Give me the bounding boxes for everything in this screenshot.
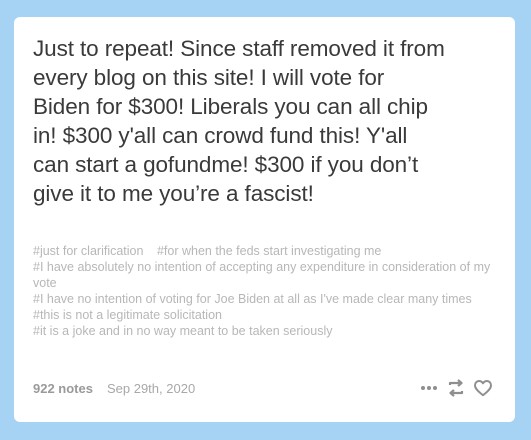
heart-icon: [474, 380, 492, 397]
tag-link[interactable]: #it is a joke and in no way meant to be …: [33, 323, 511, 339]
tag-link[interactable]: #for when the feds start investigating m…: [157, 244, 381, 258]
post-body-line: Biden for $300! Liberals you can all chi…: [33, 94, 428, 119]
post-date[interactable]: Sep 29th, 2020: [107, 381, 195, 396]
tag-link[interactable]: #this is not a legitimate solicitation: [33, 307, 511, 323]
post-tags: #just for clarification #for when the fe…: [33, 243, 511, 339]
post-body-line: can start a gofundme! $300 if you don’t: [33, 152, 419, 177]
post-body-line: every blog on this site! I will vote for: [33, 65, 385, 90]
post-footer: 922 notes Sep 29th, 2020: [33, 377, 495, 399]
post-actions: [414, 377, 495, 399]
post-body-line: in! $300 y'all can crowd fund this! Y'al…: [33, 123, 408, 148]
reblog-icon: [448, 379, 464, 397]
post-body-line: Just to repeat! Since staff removed it f…: [33, 36, 445, 61]
post-card: Just to repeat! Since staff removed it f…: [14, 17, 515, 422]
like-button[interactable]: [471, 377, 495, 399]
post-body-line: give it to me you’re a fascist!: [33, 181, 314, 206]
tag-link[interactable]: #just for clarification: [33, 244, 143, 258]
more-icon: [421, 386, 437, 390]
tag-link[interactable]: #I have no intention of voting for Joe B…: [33, 291, 511, 307]
tag-link[interactable]: #I have absolutely no intention of accep…: [33, 259, 511, 291]
post-body: Just to repeat! Since staff removed it f…: [33, 34, 511, 208]
more-button[interactable]: [417, 377, 441, 399]
reblog-button[interactable]: [444, 377, 468, 399]
notes-count[interactable]: 922 notes: [33, 381, 93, 396]
tag-row: #just for clarification #for when the fe…: [33, 243, 511, 259]
